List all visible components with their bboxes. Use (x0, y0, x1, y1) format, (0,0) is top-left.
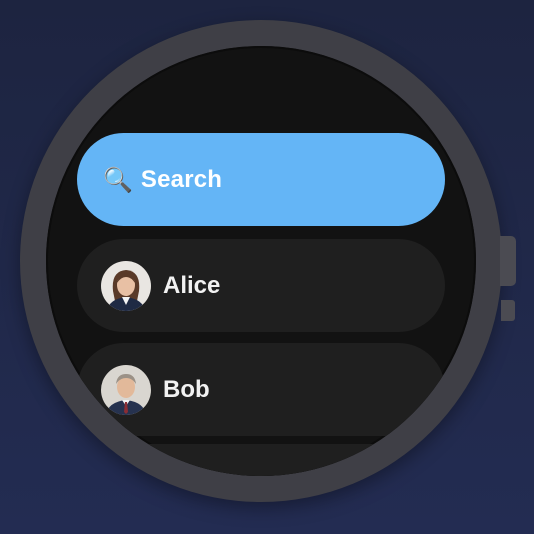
watch-screen: 🔍 Search Alice Bob (46, 46, 476, 476)
watch-crown[interactable] (500, 236, 516, 286)
contact-list[interactable]: 🔍 Search Alice Bob (46, 46, 476, 476)
search-label: Search (140, 165, 223, 193)
contact-name: Bob (163, 375, 210, 403)
avatar (101, 260, 151, 311)
contact-item-partial[interactable] (77, 444, 445, 476)
avatar (101, 364, 151, 415)
contact-name: Alice (163, 271, 221, 299)
contact-item-bob[interactable]: Bob (77, 343, 445, 436)
search-icon: 🔍 (103, 165, 133, 194)
contact-item-alice[interactable]: Alice (77, 239, 445, 332)
search-button[interactable]: 🔍 Search (77, 133, 445, 226)
watch-side-button[interactable] (501, 300, 515, 321)
